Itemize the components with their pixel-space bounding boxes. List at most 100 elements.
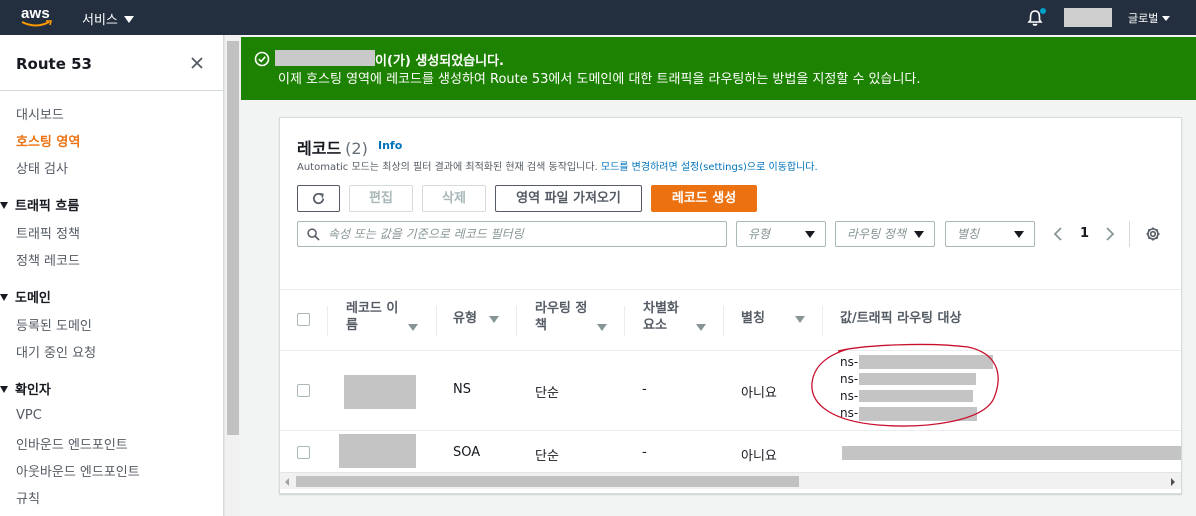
table-horizontal-scrollbar[interactable] [280,472,1181,489]
delete-button[interactable]: 삭제 [422,185,486,212]
caret-down-icon [1162,16,1171,21]
column-label: 별칭 [741,311,765,326]
sidebar-item-policy-records[interactable]: 정책 레코드 [16,250,80,269]
sidebar-title: Route 53 [16,55,92,73]
chevron-left-icon[interactable] [1051,225,1065,243]
record-alias: 아니요 [741,386,777,401]
records-title: 레코드 [297,139,342,158]
chevron-right-icon[interactable] [1103,225,1117,243]
scroll-right-arrow-icon[interactable] [1171,478,1175,486]
check-circle-icon [254,51,270,67]
sidebar-item-health-checks[interactable]: 상태 검사 [16,158,68,177]
caret-down-icon [123,16,134,23]
redacted-record-name [339,434,416,468]
region-label: 글로벌 [1128,12,1159,25]
sidebar-item-pending-requests[interactable]: 대기 중인 요청 [16,342,96,361]
row-checkbox[interactable] [297,384,310,397]
record-routing: 단순 [535,386,559,401]
scrollbar-thumb[interactable] [227,41,239,435]
region-menu[interactable]: 글로벌 [1128,10,1171,26]
create-record-button[interactable]: 레코드 생성 [651,185,757,212]
column-routing-policy[interactable]: 라우팅 정책 [535,290,625,350]
records-description: Automatic 모드는 최상의 필터 결과에 최적화된 현재 검색 동작입니… [297,158,818,173]
sidebar-item-dashboard[interactable]: 대시보드 [16,104,64,123]
record-alias: 아니요 [741,449,777,464]
sidebar-item-registered-domains[interactable]: 등록된 도메인 [16,315,92,334]
search-icon [307,228,320,241]
redacted-value [859,407,977,421]
select-all-checkbox[interactable] [297,313,310,326]
redacted-value [859,373,976,385]
column-type[interactable]: 유형 [453,290,513,350]
aws-logo[interactable]: aws [21,5,55,29]
column-label: 값/트래픽 라우팅 대상 [840,311,962,326]
sidebar-group-label: 확인자 [15,383,51,398]
record-value-line: ns- [840,355,859,369]
record-value-line: ns- [840,389,859,403]
alias-select[interactable]: 별칭 [945,221,1035,247]
column-label: 차별화 요소 [643,301,679,333]
column-divider [822,306,823,336]
sidebar-item-traffic-policies[interactable]: 트래픽 정책 [16,223,80,242]
sidebar-item-hosted-zones[interactable]: 호스팅 영역 [16,131,80,150]
sidebar-group-label: 도메인 [15,291,51,306]
description-text: Automatic 모드는 최상의 필터 결과에 최적화된 현재 검색 동작입니… [297,162,598,173]
sort-icon [795,316,805,323]
info-link[interactable]: Info [378,139,402,152]
record-type: NS [453,382,471,397]
sidebar-group-label: 트래픽 흐름 [15,199,80,214]
column-differentiator[interactable]: 차별화 요소 [643,290,733,350]
filter-input[interactable] [328,225,718,243]
sidebar-item-vpcs[interactable]: VPC [16,408,42,423]
scroll-left-arrow-icon[interactable] [285,478,289,486]
triangle-down-icon [0,294,8,301]
column-label: 라우팅 정책 [535,301,588,333]
sidebar-item-outbound-endpoints[interactable]: 아웃바운드 엔드포인트 [16,461,140,480]
type-select[interactable]: 유형 [736,221,826,247]
scrollbar-thumb[interactable] [296,476,799,487]
sidebar: Route 53 대시보드 호스팅 영역 상태 검사 트래픽 흐름 트래픽 정책… [0,35,224,516]
column-label: 레코드 이름 [346,301,399,333]
record-filter[interactable] [297,221,727,247]
redacted-value [859,355,993,369]
import-zone-file-button[interactable]: 영역 파일 가져오기 [495,185,642,212]
sidebar-scrollbar[interactable] [224,35,241,516]
column-divider [624,306,625,336]
refresh-button[interactable] [297,185,340,212]
sort-icon [597,324,607,331]
flash-message: 이제 호스팅 영역에 레코드를 생성하여 Route 53에서 도메인에 대한 … [278,72,921,87]
column-record-name[interactable]: 레코드 이름 [346,290,436,350]
row-checkbox[interactable] [297,446,310,459]
sort-icon [489,316,499,323]
caret-down-icon [805,231,815,238]
settings-link[interactable]: 모드를 변경하려면 설정(settings)으로 이동합니다. [601,162,818,173]
column-alias[interactable]: 별칭 [741,290,821,350]
sidebar-item-rules[interactable]: 규칙 [16,488,40,507]
redacted-zone-name [275,50,375,66]
routing-policy-select[interactable]: 라우팅 정책 [835,221,935,247]
close-icon[interactable] [189,55,205,71]
column-divider [436,306,437,336]
services-menu[interactable]: 서비스 [82,9,134,28]
page-number[interactable]: 1 [1080,226,1089,241]
record-routing: 단순 [535,449,559,464]
edit-button[interactable]: 편집 [349,185,413,212]
account-menu[interactable] [1064,8,1112,27]
sidebar-group-domains[interactable]: 도메인 [0,287,51,306]
gear-icon[interactable] [1145,226,1161,242]
sidebar-group-resolver[interactable]: 확인자 [0,379,51,398]
record-differentiator: - [642,445,647,460]
sidebar-group-traffic-flow[interactable]: 트래픽 흐름 [0,195,79,214]
table-row[interactable]: NS 단순 - 아니요 ns- ns- ns- ns- [280,351,1181,431]
column-value[interactable]: 값/트래픽 라우팅 대상 [840,290,1040,350]
sidebar-item-inbound-endpoints[interactable]: 인바운드 엔드포인트 [16,434,128,453]
records-count: (2) [345,139,368,158]
aws-smile-icon [21,20,53,27]
record-value-line: ns- [840,406,859,420]
pagination-divider [1129,221,1130,247]
records-heading: 레코드 (2) [297,135,368,159]
sidebar-divider [0,90,223,91]
column-divider [723,306,724,336]
table-row[interactable]: SOA 단순 - 아니요 [280,431,1181,473]
record-value-line: ns- [840,372,859,386]
